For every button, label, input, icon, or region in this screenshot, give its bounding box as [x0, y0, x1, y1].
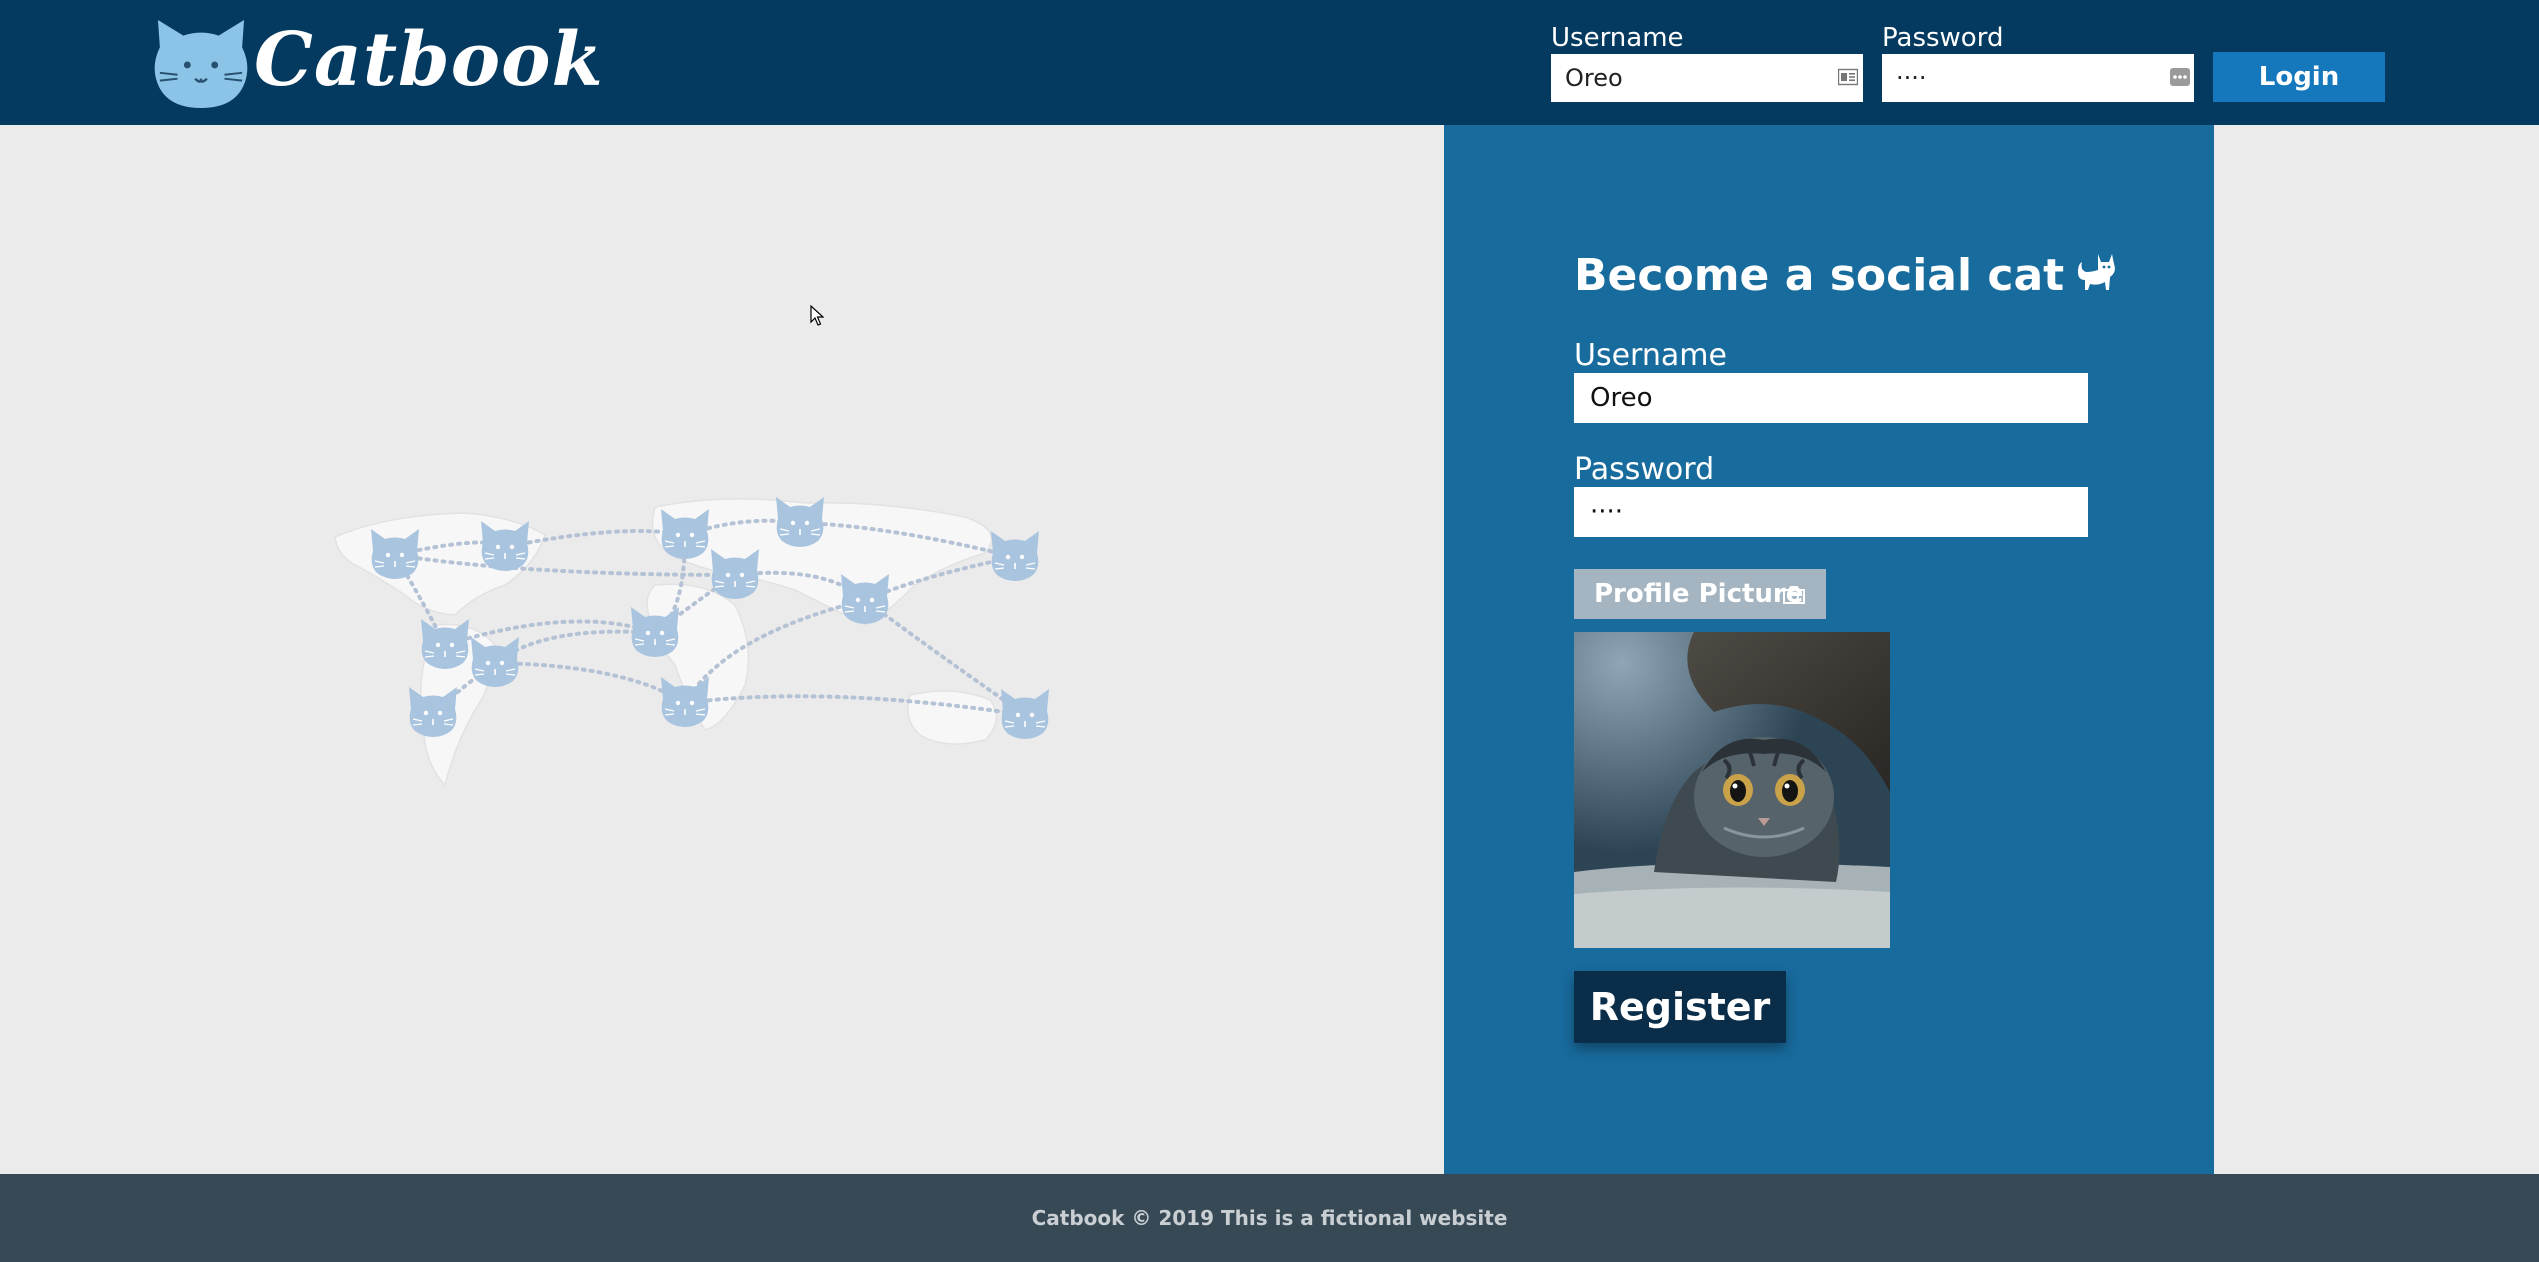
register-password-input[interactable] [1574, 487, 2088, 537]
login-button[interactable]: Login [2213, 52, 2385, 102]
id-card-icon [1838, 68, 1858, 86]
brand-logo-text[interactable]: Catbook [254, 10, 604, 110]
profile-picture-preview [1574, 632, 1890, 948]
camera-icon [1783, 586, 1805, 604]
register-username-input[interactable] [1574, 373, 2088, 423]
profile-picture-label: Profile Picture [1594, 579, 1804, 609]
mouse-cursor-icon [810, 305, 824, 326]
header-username-input[interactable] [1551, 54, 1863, 102]
footer-copyright: Catbook © 2019 This is a fictional websi… [1031, 1206, 1508, 1230]
register-title-text: Become a social cat [1574, 250, 2065, 301]
top-header: Catbook Username Password Login [0, 0, 2539, 125]
page-footer: Catbook © 2019 This is a fictional websi… [0, 1174, 2539, 1262]
cat-world-map-illustration [334, 496, 1050, 787]
register-button[interactable]: Register [1574, 971, 1786, 1043]
register-title: Become a social cat [1574, 248, 2118, 304]
cat-silhouette-icon [2078, 254, 2116, 290]
header-password-label: Password [1882, 23, 2004, 53]
register-panel: Become a social cat Username Password Pr… [1444, 125, 2214, 1174]
header-password-input[interactable] [1882, 54, 2194, 102]
register-username-label: Username [1574, 338, 1727, 373]
header-username-label: Username [1551, 23, 1684, 53]
cat-face-icon [154, 19, 248, 109]
profile-picture-button[interactable]: Profile Picture [1574, 569, 1826, 619]
register-password-label: Password [1574, 452, 1715, 487]
password-dots-icon [2170, 68, 2190, 86]
